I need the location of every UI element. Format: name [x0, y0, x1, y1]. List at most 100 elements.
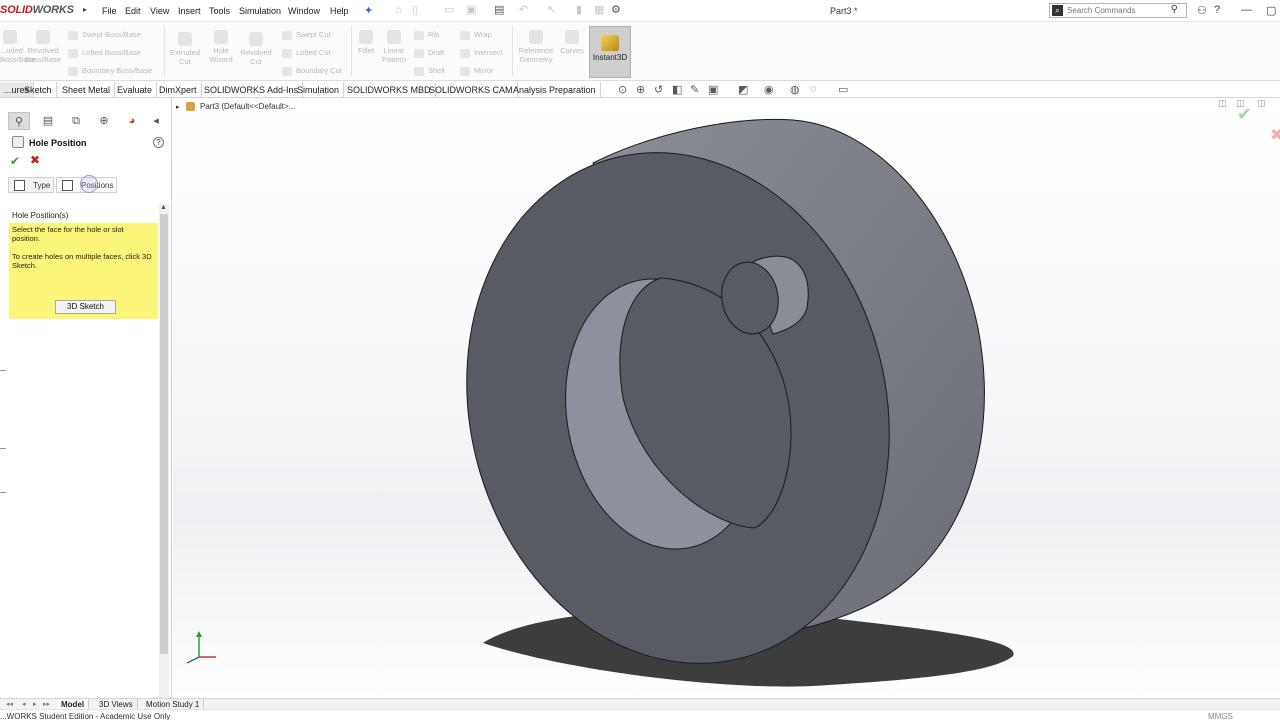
user-icon[interactable]: ⚇ — [1197, 4, 1207, 17]
menu-simulation[interactable]: Simulation — [239, 6, 281, 16]
check-icon[interactable]: ✔ — [10, 154, 20, 168]
next-tab-icon[interactable]: ▸ — [33, 700, 37, 708]
extruded-cut-button[interactable]: Extruded Cut — [168, 32, 202, 66]
expand-arrow-icon[interactable]: ▸ — [176, 104, 180, 111]
tab-sheet-metal[interactable]: Sheet Metal — [58, 82, 116, 97]
curves-button[interactable]: Curves — [558, 30, 586, 55]
view-settings-icon[interactable]: ▭ — [838, 83, 848, 96]
search-box[interactable]: ⌕ ⚲ — [1049, 3, 1187, 18]
menu-help[interactable]: Help — [330, 6, 349, 16]
property-manager-icon[interactable]: ▤ — [37, 112, 59, 130]
undo-icon[interactable]: ↶ — [519, 4, 531, 16]
units-indicator[interactable]: MMGS — [1208, 712, 1233, 720]
previous-view-icon[interactable]: ↺ — [654, 83, 663, 96]
apply-scene-icon[interactable]: ◌ — [810, 83, 817, 95]
confirmation-check-icon[interactable]: ✔ — [1237, 104, 1252, 125]
rebuild-icon[interactable]: ▮ — [576, 4, 588, 16]
tab-sketch[interactable]: Sketch — [20, 82, 57, 97]
tab-scroll-arrow-icon[interactable]: ◂ — [145, 112, 167, 130]
logo-arrow-icon[interactable]: ▸ — [83, 5, 87, 14]
configuration-manager-icon[interactable]: ⧉ — [65, 112, 87, 130]
extruded-boss-button[interactable]: ...uded Boss/Base — [0, 30, 36, 64]
boundary-boss-button[interactable]: Boundary Boss/Base — [68, 66, 152, 76]
shell-button[interactable]: Shell — [414, 66, 445, 76]
help-icon[interactable]: ? — [153, 137, 164, 148]
swept-boss-button[interactable]: Swept Boss/Base — [68, 30, 141, 40]
confirmation-close-icon[interactable]: ✖ — [1270, 125, 1280, 145]
fillet-button[interactable]: Fillet — [354, 30, 378, 55]
restore-icon[interactable]: ▢ — [1266, 4, 1276, 17]
tab-type[interactable]: Type — [8, 177, 55, 193]
intersect-button[interactable]: Intersect — [460, 48, 503, 58]
boundary-cut-button[interactable]: Boundary Cut — [282, 66, 342, 76]
feature-tree-root[interactable]: ▸ Part3 (Default<<Default>... — [176, 102, 295, 112]
dimxpert-icon[interactable]: ⊕ — [93, 112, 115, 130]
select-icon[interactable]: ↖ — [547, 4, 559, 16]
draft-button[interactable]: Draft — [414, 48, 444, 58]
menu-view[interactable]: View — [150, 6, 169, 16]
zoom-to-fit-icon[interactable]: ⊙ — [618, 83, 627, 96]
menu-insert[interactable]: Insert — [178, 6, 201, 16]
tab-simulation[interactable]: Simulation — [293, 82, 345, 97]
viewport-minimize-icon[interactable]: ◫ — [1218, 98, 1227, 109]
lofted-cut-button[interactable]: Lofted Cut — [282, 48, 331, 58]
open-icon[interactable]: ▭ — [444, 4, 456, 16]
tab-cam[interactable]: SOLIDWORKS CAM — [425, 82, 518, 97]
hide-show-icon[interactable]: ◉ — [764, 83, 774, 96]
part-model[interactable] — [173, 98, 1280, 698]
dynamic-annotation-icon[interactable]: ✎ — [690, 83, 699, 96]
pin-icon[interactable]: ✦ — [364, 4, 373, 17]
last-tab-icon[interactable]: ▸▸ — [43, 700, 50, 708]
revolved-boss-button[interactable]: Revolved Boss/Base — [25, 30, 61, 64]
viewport-tile-icon[interactable]: ◫ — [1257, 98, 1266, 109]
graphics-viewport[interactable]: ▸ Part3 (Default<<Default>... ◫ ◫ ◫ ✔ ✖ — [173, 98, 1280, 698]
scroll-thumb[interactable] — [160, 214, 168, 654]
tab-addins[interactable]: SOLIDWORKS Add-Ins — [200, 82, 304, 97]
display-style-icon[interactable]: ◩ — [738, 83, 748, 96]
3d-sketch-button[interactable]: 3D Sketch — [55, 300, 116, 314]
zoom-area-icon[interactable]: ⊕ — [636, 83, 645, 96]
section-view-icon[interactable]: ◧ — [672, 83, 682, 96]
prev-tab-icon[interactable]: ◂ — [22, 700, 26, 708]
rib-button[interactable]: Rib — [414, 30, 439, 40]
linear-pattern-button[interactable]: Linear Pattern — [379, 30, 409, 64]
first-tab-icon[interactable]: ◂◂ — [6, 700, 13, 708]
close-icon[interactable]: ✖ — [30, 153, 40, 167]
tab-dimxpert[interactable]: DimXpert — [155, 82, 202, 97]
instant3d-button[interactable]: Instant3D — [589, 26, 631, 78]
swept-cut-button[interactable]: Swept Cut — [282, 30, 331, 40]
wrap-button[interactable]: Wrap — [460, 30, 492, 40]
menu-tools[interactable]: Tools — [209, 6, 230, 16]
scroll-up-icon[interactable]: ▲ — [160, 204, 167, 211]
search-scope-icon[interactable]: ⌕ — [1052, 5, 1063, 16]
mirror-button[interactable]: Mirror — [460, 66, 494, 76]
solidworks-logo[interactable]: SOLIDWORKS — [0, 4, 74, 16]
search-icon[interactable]: ⚲ — [1171, 4, 1178, 15]
new-icon[interactable]: ▯ — [412, 4, 424, 16]
revolved-cut-button[interactable]: Revolved Cut — [239, 32, 273, 66]
feature-manager-icon[interactable]: ⚲ — [8, 112, 30, 130]
intersect-label: Intersect — [474, 48, 503, 57]
linear-pattern-icon — [387, 30, 401, 44]
reference-geometry-button[interactable]: Reference Geometry — [515, 30, 557, 64]
edit-appearance-icon[interactable]: ◍ — [790, 83, 800, 96]
menu-file[interactable]: File — [102, 6, 117, 16]
tab-mbd[interactable]: SOLIDWORKS MBD — [343, 82, 436, 97]
lofted-boss-button[interactable]: Lofted Boss/Base — [68, 48, 141, 58]
print-icon[interactable]: ▤ — [494, 4, 506, 16]
help-icon[interactable]: ? — [1214, 4, 1220, 16]
view-orientation-icon[interactable]: ▣ — [708, 83, 718, 96]
hole-wizard-button[interactable]: Hole Wizard — [204, 30, 238, 64]
menu-window[interactable]: Window — [288, 6, 320, 16]
save-icon[interactable]: ▣ — [466, 4, 478, 16]
search-input[interactable] — [1067, 5, 1167, 16]
options-icon[interactable]: ⚙ — [611, 4, 623, 16]
display-manager-icon[interactable]: ◕ — [121, 112, 143, 130]
file-properties-icon[interactable]: ▦ — [594, 4, 606, 16]
minimize-icon[interactable]: — — [1241, 4, 1252, 16]
panel-scrollbar[interactable]: ▲ — [159, 204, 169, 698]
menu-edit[interactable]: Edit — [125, 6, 141, 16]
tab-analysis-preparation[interactable]: Analysis Preparation — [509, 82, 601, 97]
home-icon[interactable]: ⌂ — [395, 4, 407, 16]
tab-evaluate[interactable]: Evaluate — [113, 82, 158, 97]
